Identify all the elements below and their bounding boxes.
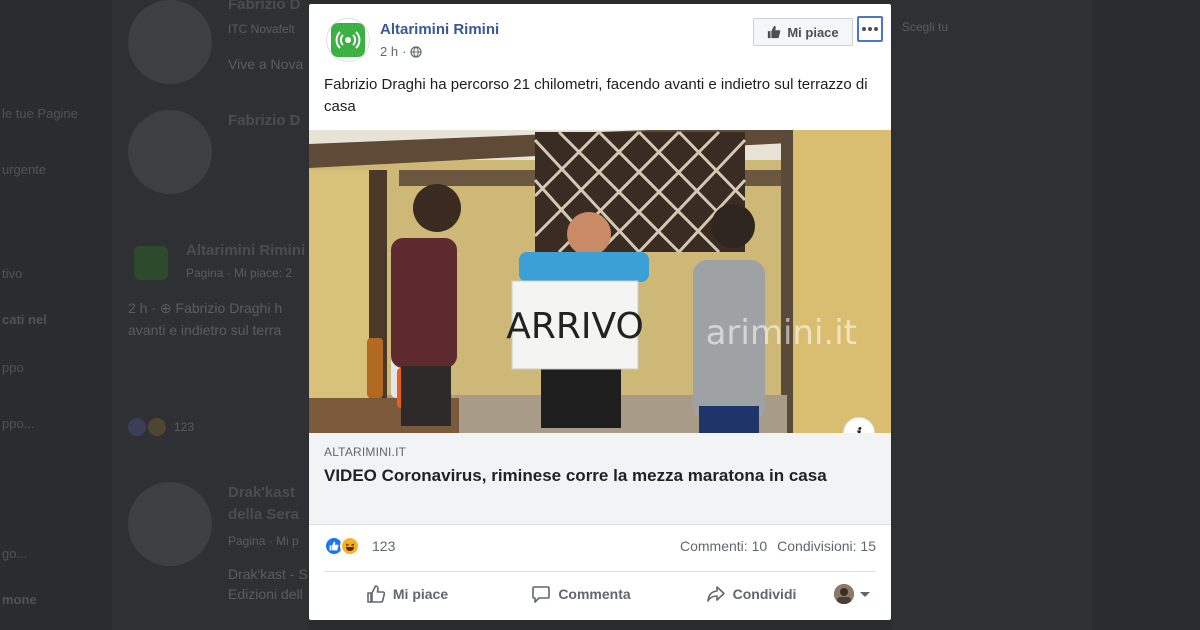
shares-count[interactable]: Condivisioni: 15	[777, 538, 876, 554]
background-feed-line: Pagina · Mi p	[228, 534, 299, 548]
like-page-label: Mi piace	[787, 24, 839, 40]
background-page-logo	[134, 246, 168, 280]
share-icon	[706, 586, 725, 602]
image-sign-text: ARRIVO	[506, 306, 644, 347]
post-card: Altarimini Rimini 2 h · Mi piace Fabrizi…	[309, 4, 891, 620]
post-header: Altarimini Rimini 2 h · Mi piace	[309, 4, 891, 76]
background-feed-line: 2 h · ⊕ Fabrizio Draghi h	[128, 300, 283, 316]
background-feed-line: avanti e indietro sul terra	[128, 322, 282, 338]
background-avatar	[128, 0, 212, 84]
post-meta: 2 h ·	[380, 44, 423, 59]
like-button-label: Mi piace	[392, 586, 449, 602]
caret-down-icon	[860, 591, 870, 597]
background-feed-line: Vive a Nova	[228, 56, 304, 72]
comment-button-label: Commenta	[558, 586, 631, 602]
share-button[interactable]: Condividi	[668, 576, 834, 612]
background-feed-line: Pagina · Mi piace: 2	[186, 266, 293, 280]
haha-reaction-icon	[340, 536, 360, 556]
background-menu-item: cati nel	[2, 312, 47, 327]
reaction-identity-selector[interactable]	[834, 584, 870, 604]
reaction-count[interactable]: 123	[372, 538, 395, 554]
background-right-text: Scegli tu	[902, 20, 949, 34]
comments-count[interactable]: Commenti: 10	[680, 538, 767, 554]
background-menu-item: mone	[2, 592, 37, 607]
background-feed-line: Edizioni dell	[228, 586, 303, 602]
thumbs-up-icon	[367, 585, 386, 603]
background-feed-title: Fabrizio D	[228, 112, 301, 129]
background-menu-item: go...	[2, 546, 28, 561]
post-image[interactable]: ARRIVO arimini.it	[309, 130, 891, 433]
background-feed-line: Drak'kast - S	[228, 566, 308, 582]
action-bar: Mi piace Commenta Condividi	[324, 576, 876, 612]
background-menu-item: ppo	[2, 360, 24, 375]
like-button[interactable]: Mi piace	[324, 576, 490, 612]
post-timestamp[interactable]: 2 h	[380, 44, 398, 59]
background-menu-item: ppo...	[2, 416, 35, 431]
link-preview[interactable]: ALTARIMINI.IT VIDEO Coronavirus, rimines…	[309, 433, 891, 525]
broadcast-logo-icon	[331, 23, 365, 57]
image-watermark: arimini.it	[706, 313, 857, 353]
engagement-counts: Commenti: 10 Condivisioni: 15	[680, 538, 876, 554]
globe-icon	[410, 45, 423, 58]
background-avatar	[128, 482, 212, 566]
divider	[324, 571, 876, 572]
link-domain: ALTARIMINI.IT	[324, 445, 407, 459]
background-feed-title: Drak'kast	[228, 484, 295, 501]
reaction-icons[interactable]	[324, 536, 360, 556]
post-message: Fabrizio Draghi ha percorso 21 chilometr…	[324, 76, 868, 115]
background-menu-item: urgente	[2, 162, 47, 177]
share-button-label: Condividi	[732, 586, 797, 602]
background-avatar	[128, 110, 212, 194]
background-menu-item: tivo	[2, 266, 23, 281]
background-feed-title: della Sera	[228, 506, 299, 523]
background-menu-item: le tue Pagine	[2, 106, 78, 121]
background-feed-line: ITC Novafelt	[228, 22, 295, 36]
background-feed-title: Fabrizio D	[228, 0, 301, 13]
background-reaction-count: 123	[174, 420, 195, 434]
meta-separator: ·	[402, 44, 407, 59]
like-page-button[interactable]: Mi piace	[753, 18, 853, 46]
background-reactions	[128, 418, 166, 436]
viewer-avatar	[834, 584, 854, 604]
background-feed-title: Altarimini Rimini	[186, 242, 306, 259]
page-avatar[interactable]	[326, 18, 370, 62]
background-right-column	[892, 0, 1092, 630]
reactions-bar: 123 Commenti: 10 Condivisioni: 15	[324, 536, 876, 558]
comment-icon	[532, 586, 551, 603]
thumbs-up-icon	[768, 25, 781, 39]
more-options-icon[interactable]	[857, 16, 883, 42]
page-name-link[interactable]: Altarimini Rimini	[380, 21, 499, 38]
link-title[interactable]: VIDEO Coronavirus, riminese corre la mez…	[324, 465, 864, 487]
comment-button[interactable]: Commenta	[498, 576, 664, 612]
